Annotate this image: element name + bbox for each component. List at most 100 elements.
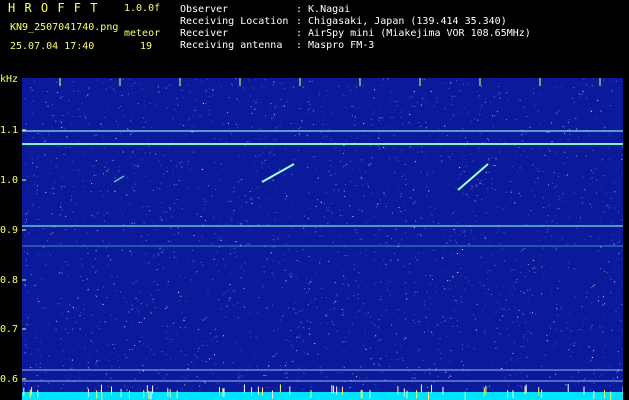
noise-speck	[377, 389, 379, 391]
noise-speck	[162, 176, 164, 178]
noise-speck	[204, 381, 206, 383]
noise-speck	[375, 313, 377, 315]
noise-speck	[359, 377, 360, 379]
noise-speck	[286, 373, 288, 375]
noise-speck	[238, 378, 240, 380]
noise-speck	[584, 238, 586, 240]
noise-speck	[456, 278, 457, 280]
noise-speck	[156, 387, 158, 389]
noise-speck	[320, 106, 322, 108]
noise-speck	[142, 242, 144, 244]
noise-speck	[293, 308, 295, 310]
noise-speck	[131, 304, 133, 306]
noise-speck	[189, 118, 191, 120]
noise-speck	[495, 347, 497, 349]
noise-speck	[562, 201, 563, 203]
noise-speck	[329, 309, 331, 311]
noise-speck	[76, 309, 78, 311]
noise-speck	[141, 322, 143, 323]
noise-speck	[552, 247, 554, 249]
noise-speck	[511, 166, 513, 168]
noise-speck	[349, 205, 351, 207]
noise-speck	[499, 151, 501, 153]
noise-speck	[87, 253, 89, 254]
noise-speck	[391, 312, 393, 314]
y-tick-0-9: 0.9	[0, 225, 19, 236]
noise-speck	[488, 288, 489, 290]
noise-speck	[301, 120, 303, 122]
noise-speck	[67, 332, 69, 334]
noise-speck	[472, 238, 474, 240]
noise-speck	[485, 293, 487, 294]
noise-speck	[537, 177, 539, 179]
noise-speck	[110, 259, 112, 261]
noise-speck	[132, 92, 133, 94]
noise-speck	[489, 385, 490, 387]
noise-speck	[568, 217, 570, 219]
noise-speck	[466, 388, 468, 390]
noise-speck	[131, 253, 133, 255]
noise-speck	[260, 205, 262, 207]
noise-speck	[188, 260, 190, 262]
noise-speck	[478, 95, 480, 97]
noise-speck	[573, 268, 575, 270]
noise-speck	[496, 111, 498, 113]
noise-speck	[323, 98, 325, 100]
noise-speck	[161, 183, 163, 185]
noise-speck	[594, 347, 596, 349]
noise-speck	[120, 105, 121, 107]
noise-speck	[452, 276, 454, 278]
noise-speck	[445, 317, 447, 319]
noise-speck	[107, 169, 109, 171]
noise-speck	[153, 354, 155, 356]
noise-speck	[48, 382, 50, 384]
baseline-spike	[403, 388, 405, 397]
noise-speck	[76, 241, 78, 243]
noise-speck	[217, 238, 219, 240]
noise-speck	[549, 204, 551, 206]
noise-speck	[471, 185, 473, 187]
baseline-spike	[87, 388, 89, 397]
noise-speck	[343, 366, 345, 368]
noise-speck	[340, 288, 342, 290]
noise-speck	[279, 82, 280, 84]
noise-speck	[126, 357, 128, 359]
noise-speck	[272, 116, 274, 118]
noise-speck	[402, 201, 404, 203]
noise-speck	[358, 209, 360, 211]
noise-speck	[255, 170, 257, 172]
noise-speck	[397, 259, 399, 261]
noise-speck	[173, 247, 175, 249]
noise-speck	[453, 211, 455, 213]
noise-speck	[450, 82, 452, 84]
noise-speck	[572, 342, 574, 344]
noise-speck	[480, 180, 482, 182]
noise-speck	[319, 262, 321, 264]
noise-speck	[617, 211, 619, 213]
noise-speck	[355, 185, 357, 186]
noise-speck	[516, 359, 518, 361]
noise-speck	[237, 181, 239, 183]
noise-speck	[467, 83, 469, 85]
noise-speck	[413, 154, 415, 156]
noise-speck	[126, 320, 128, 322]
noise-speck	[25, 123, 27, 125]
noise-speck	[452, 277, 454, 279]
noise-speck	[166, 219, 167, 221]
noise-speck	[139, 291, 141, 293]
noise-speck	[118, 124, 119, 126]
noise-speck	[492, 126, 494, 128]
noise-speck	[36, 375, 38, 376]
noise-speck	[520, 272, 522, 274]
noise-speck	[149, 265, 151, 267]
noise-speck	[229, 284, 231, 286]
noise-speck	[568, 313, 570, 314]
noise-speck	[484, 178, 486, 180]
noise-speck	[420, 217, 422, 219]
noise-speck	[343, 144, 345, 146]
noise-speck	[287, 307, 289, 309]
noise-speck	[432, 171, 434, 173]
noise-speck	[382, 78, 384, 80]
noise-speck	[589, 203, 591, 205]
noise-speck	[74, 116, 76, 118]
